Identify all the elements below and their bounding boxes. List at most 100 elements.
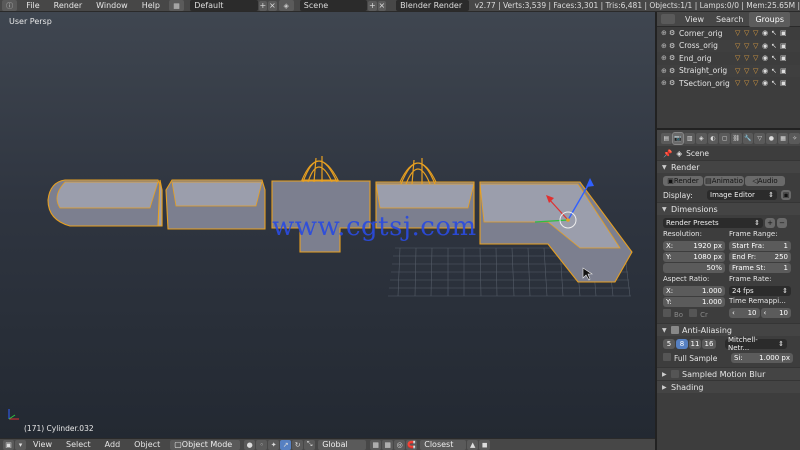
visibility-icon[interactable]: ◉: [762, 67, 771, 75]
data-tab-icon[interactable]: ▽: [754, 132, 766, 144]
layers-icon[interactable]: ▦: [370, 439, 382, 450]
remove-layout-icon[interactable]: ×: [268, 0, 277, 11]
render-icon[interactable]: ▣: [780, 42, 789, 50]
layer-lock-icon[interactable]: ▦: [382, 439, 394, 450]
end-frame-field[interactable]: End Fr: 250: [729, 252, 791, 262]
tab-groups[interactable]: Groups: [749, 11, 790, 27]
visibility-icon[interactable]: ◉: [762, 42, 771, 50]
menu-object[interactable]: Object: [127, 440, 167, 449]
snap-target-dropdown[interactable]: Closest: [420, 439, 467, 450]
3d-viewport[interactable]: User Persp www.cgtsj.com (171) Cylinder.…: [0, 12, 655, 438]
framerate-dropdown[interactable]: 24 fps ⇕: [729, 286, 791, 296]
proportional-edit-icon[interactable]: ◎: [394, 439, 406, 450]
aspect-x-field[interactable]: X: 1.000: [663, 286, 725, 296]
expand-icon[interactable]: ⊕: [661, 54, 669, 62]
start-frame-field[interactable]: Start Fra: 1: [729, 241, 791, 251]
object-tab-icon[interactable]: ▢: [719, 132, 731, 144]
expand-icon[interactable]: ⊕: [661, 67, 669, 75]
visibility-icon[interactable]: ◉: [762, 29, 771, 37]
translate-manipulator-icon[interactable]: ↗: [280, 439, 292, 450]
select-icon[interactable]: ↖: [771, 42, 780, 50]
tab-view[interactable]: View: [679, 12, 710, 27]
texture-tab-icon[interactable]: ▦: [777, 132, 789, 144]
render-preview-icon[interactable]: ◼: [479, 439, 491, 450]
render-engine-dropdown[interactable]: Blender Render: [396, 0, 469, 11]
layout-icon[interactable]: ▦: [168, 0, 185, 11]
mode-dropdown[interactable]: ▢ Object Mode: [170, 439, 241, 450]
select-icon[interactable]: ↖: [771, 67, 780, 75]
scene-dropdown[interactable]: Scene: [299, 0, 368, 11]
expand-icon[interactable]: ⊕: [661, 42, 669, 50]
material-tab-icon[interactable]: ●: [766, 132, 777, 144]
collapse-menu-icon[interactable]: ▾: [15, 439, 26, 450]
add-layout-icon[interactable]: +: [258, 0, 268, 11]
remap-old-field[interactable]: ‹ 10: [729, 308, 760, 318]
display-dropdown[interactable]: Image Editor ⇕: [707, 190, 777, 200]
aa-filter-dropdown[interactable]: Mitchell-Netr... ⇕: [725, 336, 787, 352]
pin-icon[interactable]: 📌: [663, 149, 672, 158]
remap-new-field[interactable]: ‹ 10: [760, 308, 791, 318]
viewport-editor-icon[interactable]: ▣: [3, 439, 14, 450]
render-panel-header[interactable]: ▼ Render: [657, 160, 800, 173]
animation-button[interactable]: ▤ Animatio: [704, 175, 744, 186]
dimensions-panel-header[interactable]: ▼ Dimensions: [657, 202, 800, 215]
shading-icon[interactable]: ●: [244, 439, 256, 450]
border-checkbox[interactable]: Bo: [663, 309, 683, 319]
antialiasing-panel-header[interactable]: ▼ Anti-Aliasing: [657, 323, 800, 336]
full-sample-checkbox[interactable]: Full Sample: [663, 352, 723, 363]
lock-interface-icon[interactable]: ▣: [781, 190, 791, 200]
aa-sample-5[interactable]: 5: [663, 338, 675, 349]
render-button[interactable]: ▣ Render: [663, 175, 703, 186]
expand-icon[interactable]: ⊕: [661, 79, 669, 87]
render-icon[interactable]: ▣: [780, 79, 789, 87]
render-icon[interactable]: ▣: [780, 54, 789, 62]
frame-step-field[interactable]: Frame St: 1: [729, 263, 791, 273]
motion-blur-checkbox[interactable]: [671, 370, 679, 378]
render-tab-icon[interactable]: 📷: [671, 131, 685, 145]
constraints-tab-icon[interactable]: ⛓: [731, 132, 742, 144]
render-icon[interactable]: ▣: [780, 67, 789, 75]
list-item[interactable]: ⊕ ⚙ TSection_orig ▽ ▽ ▽ ◉ ↖ ▣: [657, 77, 800, 90]
menu-select[interactable]: Select: [59, 440, 98, 449]
remove-preset-icon[interactable]: −: [777, 217, 787, 228]
select-icon[interactable]: ↖: [771, 29, 780, 37]
list-item[interactable]: ⊕ ⚙ End_orig ▽ ▽ ▽ ◉ ↖ ▣: [657, 52, 800, 65]
snap-align-icon[interactable]: ▲: [467, 439, 479, 450]
resolution-y-field[interactable]: Y: 1080 px: [663, 252, 725, 262]
list-item[interactable]: ⊕ ⚙ Corner_orig ▽ ▽ ▽ ◉ ↖ ▣: [657, 27, 800, 40]
menu-file[interactable]: File: [19, 1, 46, 10]
render-icon[interactable]: ▣: [780, 29, 789, 37]
snap-icon[interactable]: 🧲: [406, 439, 418, 450]
expand-icon[interactable]: ⊕: [661, 29, 669, 37]
shading-panel-header[interactable]: ▶ Shading: [657, 380, 800, 393]
select-icon[interactable]: ↖: [771, 79, 780, 87]
resolution-percentage-field[interactable]: 50%: [663, 263, 725, 273]
motion-blur-panel-header[interactable]: ▶ Sampled Motion Blur: [657, 367, 800, 380]
scale-manipulator-icon[interactable]: ⤡: [304, 439, 316, 450]
select-icon[interactable]: ↖: [771, 54, 780, 62]
aa-sample-16[interactable]: 16: [702, 338, 716, 349]
list-item[interactable]: ⊕ ⚙ Straight_orig ▽ ▽ ▽ ◉ ↖ ▣: [657, 64, 800, 77]
rotate-manipulator-icon[interactable]: ↻: [292, 439, 304, 450]
menu-render[interactable]: Render: [47, 1, 89, 10]
filter-size-field[interactable]: Si: 1.000 px: [731, 352, 793, 363]
menu-add[interactable]: Add: [98, 440, 128, 449]
outliner-editor-icon[interactable]: [661, 14, 675, 24]
audio-button[interactable]: ◁ Audio: [745, 175, 785, 186]
pivot-icon[interactable]: ◦: [256, 439, 268, 450]
visibility-icon[interactable]: ◉: [762, 79, 771, 87]
render-layers-tab-icon[interactable]: ▥: [684, 132, 696, 144]
manipulator-toggle-icon[interactable]: ✦: [268, 439, 280, 450]
menu-view[interactable]: View: [26, 440, 59, 449]
remove-scene-icon[interactable]: ×: [377, 0, 387, 11]
particles-tab-icon[interactable]: ✧: [789, 132, 800, 144]
scene-tab-icon[interactable]: ◈: [696, 132, 707, 144]
menu-help[interactable]: Help: [135, 1, 167, 10]
add-preset-icon[interactable]: +: [765, 217, 775, 228]
aa-sample-8[interactable]: 8: [676, 338, 688, 349]
scene-icon[interactable]: ◈: [278, 0, 294, 11]
render-presets-dropdown[interactable]: Render Presets ⇕: [663, 217, 763, 228]
crop-checkbox[interactable]: Cr: [689, 309, 708, 319]
visibility-icon[interactable]: ◉: [762, 54, 771, 62]
editor-type-icon[interactable]: ⓘ: [2, 0, 18, 11]
